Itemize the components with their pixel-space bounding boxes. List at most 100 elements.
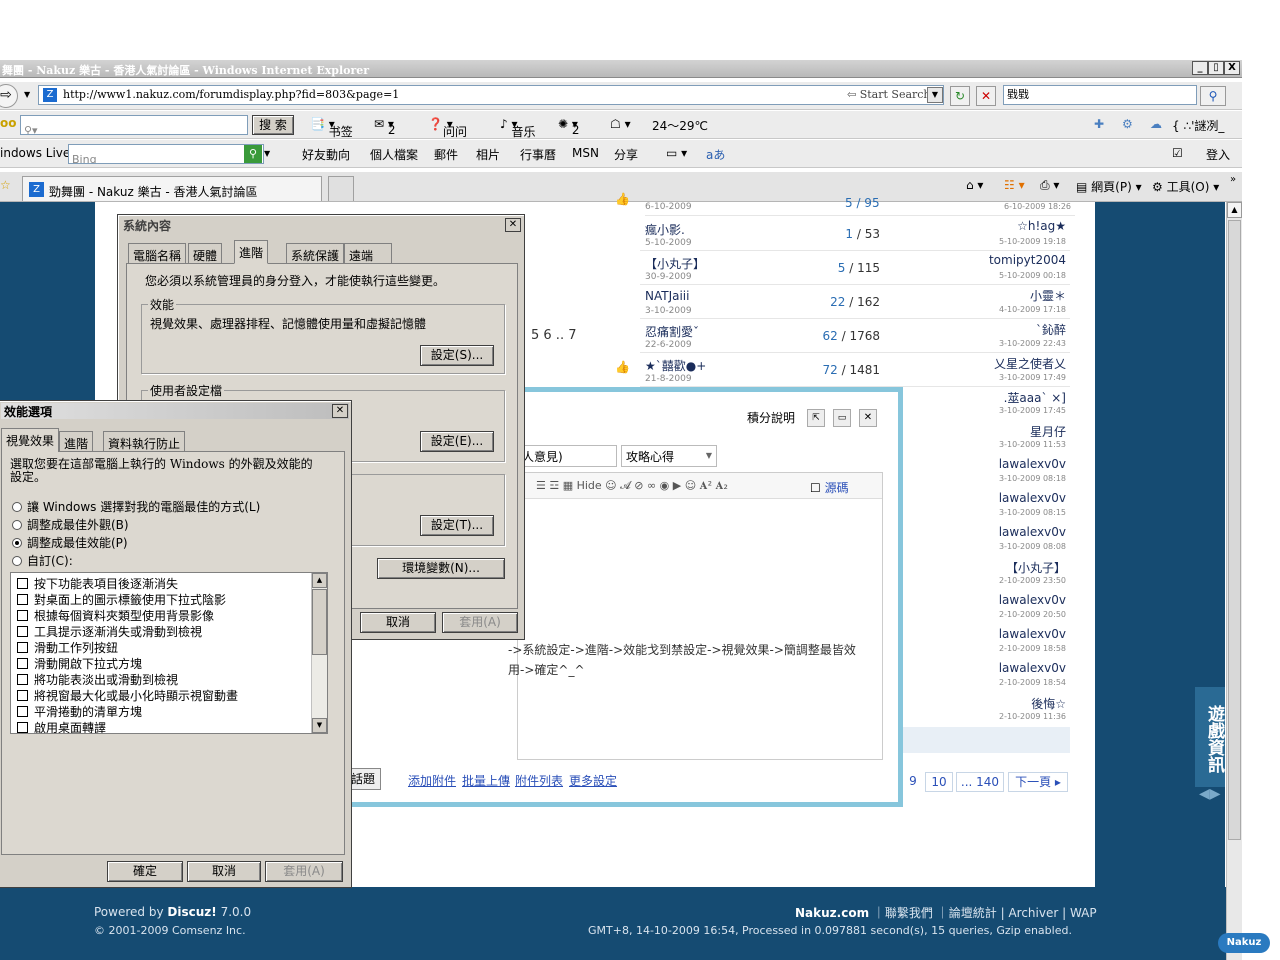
table-row[interactable]: 【小丸子】 30-9-2009 5 / 115 tomipyt2004 5-10-2… xyxy=(640,251,1070,285)
maximize-icon[interactable]: ▭ xyxy=(833,409,851,427)
category-select[interactable]: 攻略心得 ▼ xyxy=(621,445,717,467)
effect-checkbox[interactable]: 啟用桌面轉譯 xyxy=(17,719,106,733)
translate-icon[interactable]: aあ xyxy=(706,146,725,163)
performance-settings-button[interactable]: 設定(S)... xyxy=(420,345,494,366)
pager-page-9[interactable]: 9 xyxy=(903,772,923,792)
row-author[interactable]: 忍痛割愛ˇ xyxy=(645,323,699,340)
dialog-close-icon[interactable]: ✕ xyxy=(332,404,348,418)
feeds-icon[interactable]: ☷ ▾ xyxy=(1004,178,1025,192)
favorites-star-icon[interactable]: ☆ xyxy=(0,178,11,192)
subject-input[interactable]: 人意見) xyxy=(517,445,617,467)
row-author[interactable]: 【小丸子】 xyxy=(645,255,705,272)
batch-upload-link[interactable]: 批量上傳 xyxy=(462,772,510,789)
effects-list[interactable]: 按下功能表項目後逐漸消失 對桌面上的圖示標籤使用下拉式陰影 根據每個資料夾類型使… xyxy=(10,572,328,734)
table-row[interactable]: 瘋小影. 5-10-2009 1 / 53 ☆h!ag★ 5-10-2009 19:… xyxy=(640,217,1070,251)
effect-checkbox[interactable]: 工具提示逐漸消失或滑動到檢視 xyxy=(17,623,202,640)
url-field[interactable]: http://www1.nakuz.com/forumdisplay.php?f… xyxy=(38,85,944,105)
effect-checkbox[interactable]: 滑動工作列按鈕 xyxy=(17,639,118,656)
scroll-thumb[interactable] xyxy=(312,589,327,655)
print-icon[interactable]: ⎙ ▾ xyxy=(1040,178,1059,193)
page-scrollbar[interactable]: ▲ xyxy=(1226,202,1242,960)
live-item-msn[interactable]: MSN xyxy=(572,146,599,160)
add-attachment-link[interactable]: 添加附件 xyxy=(408,772,456,789)
gear-icon[interactable]: ⚙ xyxy=(1122,117,1133,131)
tab-system-protection[interactable]: 系統保護 xyxy=(286,243,345,263)
footer-site-link[interactable]: Nakuz.com xyxy=(795,906,869,920)
nakuz-badge-logo[interactable]: Nakuz xyxy=(1218,933,1270,953)
row-last-poster[interactable]: 小靈＊ xyxy=(1030,287,1066,304)
table-row[interactable]: NATJaiii 3-10-2009 22 / 162 小靈＊ 4-10-2009 … xyxy=(640,285,1070,319)
environment-variables-button[interactable]: 環境變數(N)... xyxy=(377,558,505,579)
refresh-icon[interactable]: ↻ xyxy=(950,86,970,106)
effect-checkbox[interactable]: 滑動開啟下拉式方塊 xyxy=(17,655,142,672)
footer-contact-link[interactable]: 聯繫我們 xyxy=(885,906,933,920)
inline-pages[interactable]: 5 6 .. 7 xyxy=(531,328,576,343)
bing-search-input[interactable]: Bing xyxy=(68,144,264,164)
row-last-poster[interactable]: lawalexv0v xyxy=(999,627,1066,641)
effect-checkbox[interactable]: 根據每個資料夾類型使用背景影像 xyxy=(17,607,214,624)
sidebar-arrows-icon[interactable]: ◀▶ xyxy=(1199,786,1221,802)
home-icon[interactable]: ⌂ ▾ xyxy=(966,178,983,192)
row-last-poster[interactable]: 【小丸子】 xyxy=(1006,559,1066,576)
tab-active[interactable]: Z 勁舞團 - Nakuz 樂古 - 香港人氣討論區 xyxy=(22,176,322,201)
footer-wap-link[interactable]: WAP xyxy=(1070,906,1097,920)
row-author[interactable]: 瘋小影. xyxy=(645,221,685,238)
plus-icon[interactable]: ✚ xyxy=(1094,117,1104,131)
startup-settings-button[interactable]: 設定(T)... xyxy=(420,515,494,536)
scroll-up-icon[interactable]: ▲ xyxy=(312,573,327,588)
popout-icon[interactable]: ⇱ xyxy=(807,409,825,427)
ask-menu[interactable]: ❓ 问问 ▾ xyxy=(428,117,467,139)
footer-archiver-link[interactable]: Archiver xyxy=(1008,906,1058,920)
ok-button[interactable]: 確定 xyxy=(107,861,183,882)
pager-next[interactable]: 下一頁 ▸ xyxy=(1008,772,1068,792)
signin-link[interactable]: 登入 xyxy=(1206,146,1230,163)
messenger-icon[interactable]: ☁ xyxy=(1150,117,1162,131)
pager-page-last[interactable]: ... 140 xyxy=(956,772,1004,792)
new-tab-button[interactable] xyxy=(328,176,354,201)
tools-menu[interactable]: ⚙ 工具(O) ▾ xyxy=(1152,178,1219,195)
more-settings-link[interactable]: 更多設定 xyxy=(569,772,617,789)
row-last-poster[interactable]: lawalexv0v xyxy=(999,457,1066,471)
footer-stats-link[interactable]: 論壇統計 xyxy=(949,906,997,920)
table-row[interactable]: ★`囍歡●+ 21-8-2009 72 / 1481 乂星之使者乂 3-10-200… xyxy=(640,353,1070,387)
effect-checkbox[interactable]: 將視窗最大化或最小化時顯示視窗動畫 xyxy=(17,687,238,704)
minimize-button[interactable]: _ xyxy=(1192,61,1208,75)
pager-page-10[interactable]: 10 xyxy=(925,772,953,792)
table-row[interactable]: 忍痛割愛ˇ 22-6-2009 62 / 1768 `鈊醉 3-10-2009 22… xyxy=(640,319,1070,353)
close-icon[interactable]: ✕ xyxy=(859,409,877,427)
game-info-sidebar-tab[interactable]: 遊戲資訊 xyxy=(1195,687,1225,787)
checkbox-icon[interactable]: ☑ xyxy=(1172,146,1183,160)
tab-visual-effects[interactable]: 視覺效果 xyxy=(1,428,60,452)
history-dropdown-icon[interactable]: ▼ xyxy=(24,90,30,99)
apply-button[interactable]: 套用(A) xyxy=(442,612,518,633)
row-last-poster[interactable]: lawalexv0v xyxy=(999,661,1066,675)
close-button[interactable]: X xyxy=(1224,61,1240,75)
bookmarks-menu[interactable]: 📑 书签 ▾ xyxy=(310,117,353,139)
effect-checkbox[interactable]: 對桌面上的圖示標籤使用下拉式陰影 xyxy=(17,591,226,608)
row-last-poster[interactable]: tomipyt2004 xyxy=(989,253,1066,267)
cancel-button[interactable]: 取消 xyxy=(360,612,436,633)
stop-icon[interactable]: ✕ xyxy=(976,86,996,106)
effect-checkbox[interactable]: 按下功能表項目後逐漸消失 xyxy=(17,575,178,592)
row-last-poster[interactable]: lawalexv0v xyxy=(999,491,1066,505)
row-last-poster[interactable]: 星月仔 xyxy=(1030,423,1066,440)
tab-hardware[interactable]: 硬體 xyxy=(188,243,223,263)
scroll-down-icon[interactable]: ▼ xyxy=(312,718,327,733)
search-icon[interactable]: ⚲ xyxy=(1200,86,1226,106)
radio-custom[interactable]: 自訂(C): xyxy=(12,552,73,569)
radio-let-windows-choose[interactable]: 讓 Windows 選擇對我的電腦最佳的方式(L) xyxy=(12,498,260,515)
weather-icon[interactable]: ☖ ▾ xyxy=(610,117,631,131)
row-last-poster[interactable]: lawalexv0v xyxy=(999,593,1066,607)
row-last-poster[interactable]: 乂星之使者乂 xyxy=(994,355,1066,372)
radio-best-performance[interactable]: 調整成最佳效能(P) xyxy=(12,534,128,551)
page-menu[interactable]: ▤ 網頁(P) ▾ xyxy=(1076,178,1142,195)
mail-menu[interactable]: ✉ 2 ▾ xyxy=(374,117,396,137)
overflow-chevron-icon[interactable]: » xyxy=(1230,174,1236,185)
scroll-up-icon[interactable]: ▲ xyxy=(1227,202,1242,218)
scroll-thumb[interactable] xyxy=(1228,220,1241,840)
live-item-profile[interactable]: 個人檔案 xyxy=(370,146,418,163)
apply-button[interactable]: 套用(A) xyxy=(265,861,343,882)
search-input[interactable]: 戥戥 xyxy=(1003,85,1197,105)
tab-computer-name[interactable]: 電腦名稱 xyxy=(128,243,187,263)
points-help-link[interactable]: 積分說明 xyxy=(747,409,795,426)
